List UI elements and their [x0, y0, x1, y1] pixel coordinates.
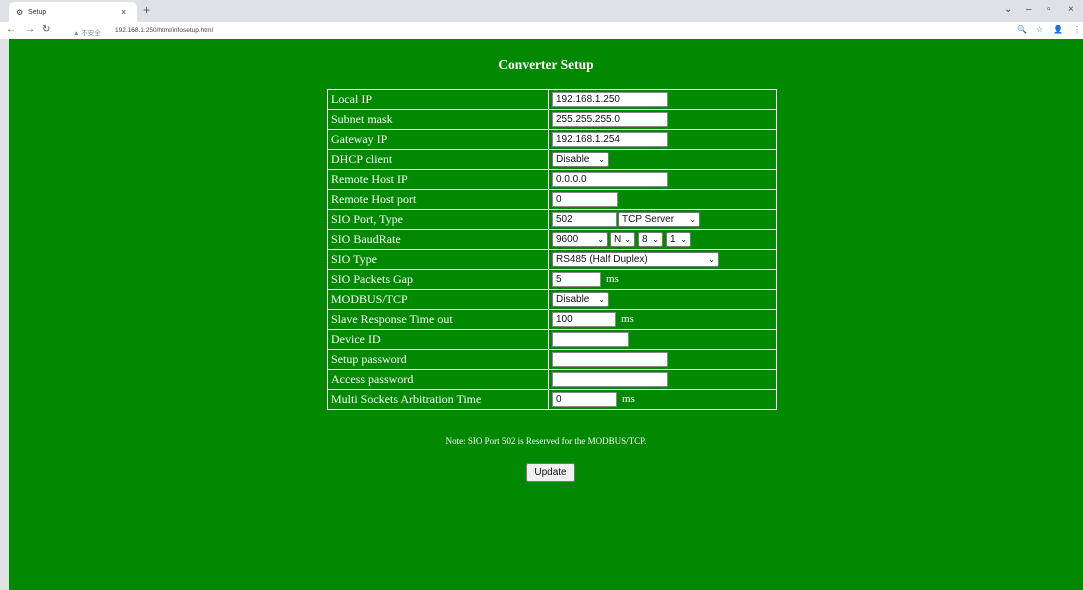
- subnet-mask-input[interactable]: 255.255.255.0: [552, 112, 668, 127]
- multi-sockets-arbitration-time-input[interactable]: 0: [552, 392, 617, 407]
- tab-search-icon[interactable]: ⌄: [1004, 4, 1012, 15]
- page-title: Converter Setup: [498, 57, 594, 72]
- row-setup-password: Setup password: [328, 349, 776, 369]
- device-id-input[interactable]: [552, 332, 629, 347]
- chevron-down-icon: ⌄: [689, 215, 696, 224]
- close-tab-icon[interactable]: ×: [121, 7, 126, 17]
- browser-tab[interactable]: ⚙ Setup ×: [9, 2, 137, 22]
- label-remote-host-ip: Remote Host IP: [328, 170, 549, 189]
- label-subnet-mask: Subnet mask: [328, 110, 549, 129]
- security-label[interactable]: ▲ 不安全: [73, 27, 101, 37]
- close-window-icon[interactable]: ×: [1068, 4, 1074, 15]
- label-access-password: Access password: [328, 370, 549, 389]
- tab-title: Setup: [28, 9, 47, 16]
- row-sio-port-type: SIO Port, Type 502 TCP Server ⌄: [328, 209, 776, 229]
- menu-icon[interactable]: ⋮: [1073, 25, 1081, 34]
- row-subnet-mask: Subnet mask 255.255.255.0: [328, 109, 776, 129]
- row-local-ip: Local IP 192.168.1.250: [328, 90, 776, 109]
- note-text: Note: SIO Port 502 is Reserved for the M…: [445, 436, 647, 446]
- label-modbus-tcp: MODBUS/TCP: [328, 290, 549, 309]
- row-remote-host-ip: Remote Host IP 0.0.0.0: [328, 169, 776, 189]
- chevron-down-icon: ⌄: [652, 235, 659, 244]
- dhcp-client-select[interactable]: Disable ⌄: [552, 152, 609, 167]
- parity-select[interactable]: N ⌄: [610, 232, 635, 247]
- row-access-password: Access password: [328, 369, 776, 389]
- label-sio-port-type: SIO Port, Type: [328, 210, 549, 229]
- data-bits-select[interactable]: 8 ⌄: [638, 232, 663, 247]
- slave-response-timeout-input[interactable]: 100: [552, 312, 616, 327]
- unit-ms: ms: [606, 273, 619, 285]
- sio-type-value: TCP Server: [622, 214, 675, 225]
- stop-bits-value: 1: [670, 234, 676, 245]
- sio-packets-gap-input[interactable]: 5: [552, 272, 601, 287]
- row-remote-host-port: Remote Host port 0: [328, 189, 776, 209]
- sio-duplex-select[interactable]: RS485 (Half Duplex) ⌄: [552, 252, 719, 267]
- new-tab-icon[interactable]: +: [143, 3, 150, 17]
- back-icon[interactable]: ←: [6, 24, 16, 35]
- label-remote-host-port: Remote Host port: [328, 190, 549, 209]
- modbus-tcp-select[interactable]: Disable ⌄: [552, 292, 609, 307]
- settings-table: Local IP 192.168.1.250 Subnet mask 255.2…: [327, 89, 777, 410]
- setup-password-input[interactable]: [552, 352, 668, 367]
- label-device-id: Device ID: [328, 330, 549, 349]
- chevron-down-icon: ⌄: [597, 235, 604, 244]
- row-sio-type: SIO Type RS485 (Half Duplex) ⌄: [328, 249, 776, 269]
- row-device-id: Device ID: [328, 329, 776, 349]
- modbus-tcp-value: Disable: [556, 294, 590, 305]
- globe-icon: ⚙: [16, 8, 24, 17]
- reload-icon[interactable]: ↻: [42, 24, 50, 35]
- chevron-down-icon: ⌄: [708, 255, 715, 264]
- chevron-down-icon: ⌄: [598, 295, 605, 304]
- row-modbus-tcp: MODBUS/TCP Disable ⌄: [328, 289, 776, 309]
- chevron-down-icon: ⌄: [624, 235, 631, 244]
- row-gateway-ip: Gateway IP 192.168.1.254: [328, 129, 776, 149]
- local-ip-input[interactable]: 192.168.1.250: [552, 92, 668, 107]
- unit-ms: ms: [622, 393, 635, 405]
- label-gateway-ip: Gateway IP: [328, 130, 549, 149]
- bookmark-star-icon[interactable]: ☆: [1036, 25, 1043, 34]
- label-slave-response-timeout: Slave Response Time out: [328, 310, 549, 329]
- dhcp-client-value: Disable: [556, 154, 590, 165]
- forward-icon[interactable]: →: [25, 24, 35, 35]
- chevron-down-icon: ⌄: [598, 155, 605, 164]
- maximize-icon[interactable]: ▫: [1047, 4, 1051, 15]
- update-button[interactable]: Update: [526, 463, 575, 482]
- label-setup-password: Setup password: [328, 350, 549, 369]
- minimize-icon[interactable]: –: [1026, 4, 1032, 15]
- gateway-ip-input[interactable]: 192.168.1.254: [552, 132, 668, 147]
- remote-host-port-input[interactable]: 0: [552, 192, 618, 207]
- label-dhcp-client: DHCP client: [328, 150, 549, 169]
- label-sio-packets-gap: SIO Packets Gap: [328, 270, 549, 289]
- row-slave-response-timeout: Slave Response Time out 100 ms: [328, 309, 776, 329]
- tab-bar: ⚙ Setup × + ⌄ – ▫ ×: [0, 0, 1083, 22]
- sio-type-select[interactable]: TCP Server ⌄: [618, 212, 700, 227]
- unit-ms: ms: [621, 313, 634, 325]
- row-sio-packets-gap: SIO Packets Gap 5 ms: [328, 269, 776, 289]
- label-sio-type: SIO Type: [328, 250, 549, 269]
- address-bar[interactable]: 192.168.1.250/html/infosetup.html: [115, 27, 213, 34]
- row-dhcp-client: DHCP client Disable ⌄: [328, 149, 776, 169]
- remote-host-ip-input[interactable]: 0.0.0.0: [552, 172, 668, 187]
- chevron-down-icon: ⌄: [680, 235, 687, 244]
- access-password-input[interactable]: [552, 372, 668, 387]
- label-multi-sockets-arbitration-time: Multi Sockets Arbitration Time: [328, 390, 549, 409]
- stop-bits-select[interactable]: 1 ⌄: [666, 232, 691, 247]
- browser-toolbar: ← → ↻ ▲ 不安全 192.168.1.250/html/infosetup…: [0, 22, 1083, 39]
- data-bits-value: 8: [642, 234, 648, 245]
- row-multi-sockets-arbitration-time: Multi Sockets Arbitration Time 0 ms: [328, 389, 776, 409]
- sio-port-input[interactable]: 502: [552, 212, 617, 227]
- baud-rate-select[interactable]: 9600 ⌄: [552, 232, 608, 247]
- page-content: Converter Setup Local IP 192.168.1.250 S…: [9, 39, 1083, 590]
- row-sio-baudrate: SIO BaudRate 9600 ⌄ N ⌄ 8 ⌄ 1 ⌄: [328, 229, 776, 249]
- profile-icon[interactable]: 👤: [1053, 25, 1063, 34]
- sio-duplex-value: RS485 (Half Duplex): [556, 254, 648, 265]
- label-sio-baudrate: SIO BaudRate: [328, 230, 549, 249]
- parity-value: N: [614, 234, 622, 245]
- label-local-ip: Local IP: [328, 90, 549, 109]
- zoom-icon[interactable]: 🔍: [1017, 25, 1027, 34]
- baud-rate-value: 9600: [556, 234, 579, 245]
